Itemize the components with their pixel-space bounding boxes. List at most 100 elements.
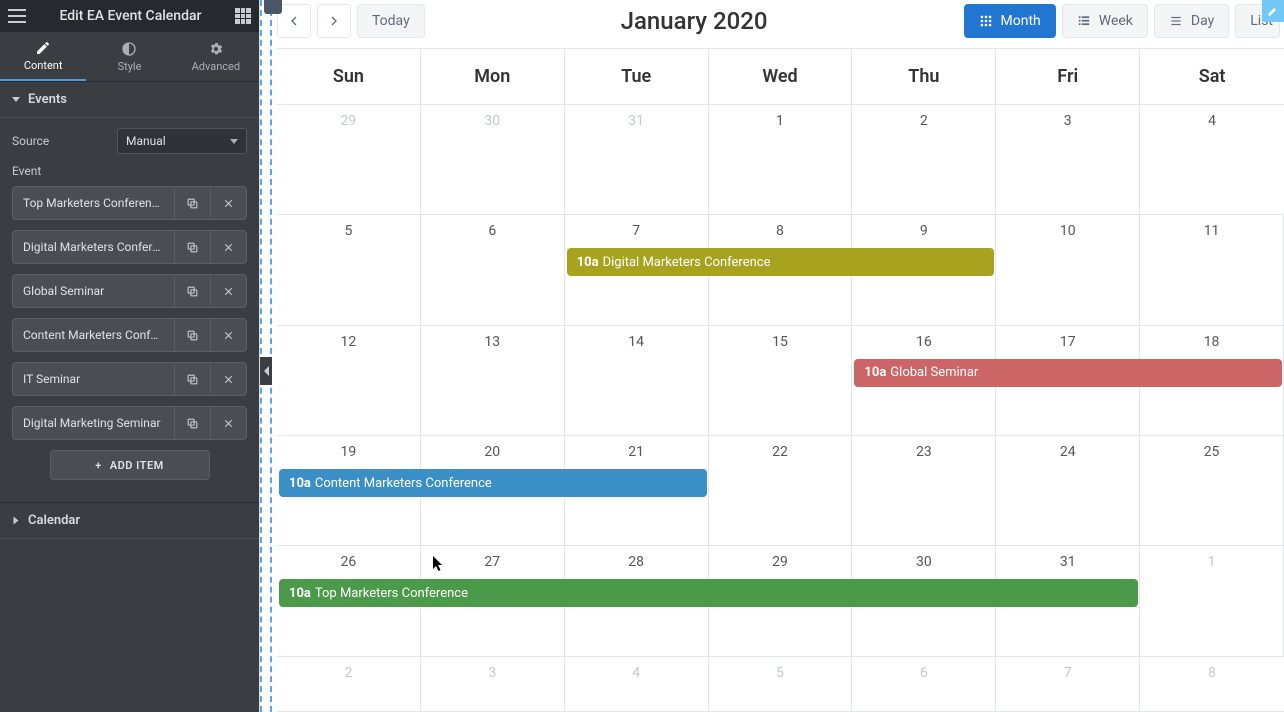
day-cell[interactable]: 2 <box>852 105 996 215</box>
remove-button[interactable] <box>210 275 246 307</box>
day-cell[interactable]: 31 <box>565 105 709 215</box>
day-cell[interactable]: 30 <box>421 105 565 215</box>
menu-icon[interactable] <box>8 9 26 23</box>
calendar-event[interactable]: 10aTop Marketers Conference <box>279 579 1138 607</box>
dow-cell: Thu <box>852 49 996 105</box>
dow-row: SunMonTueWedThuFriSat <box>277 49 1284 105</box>
source-select[interactable]: Manual <box>117 128 247 154</box>
day-cell[interactable]: 1 <box>1140 546 1284 656</box>
event-row: Digital Marketing Seminar <box>12 406 247 440</box>
event-row: Digital Marketers Confere… <box>12 230 247 264</box>
day-cell[interactable]: 5 <box>709 657 853 712</box>
view-month-button[interactable]: Month <box>964 4 1056 38</box>
tab-label: Advanced <box>192 60 240 73</box>
caret-down-icon <box>12 97 20 102</box>
duplicate-button[interactable] <box>174 319 210 351</box>
day-cell[interactable]: 10 <box>996 215 1140 325</box>
remove-button[interactable] <box>210 407 246 439</box>
day-cell[interactable]: 7 <box>996 657 1140 712</box>
gear-icon <box>208 41 224 57</box>
day-cell[interactable]: 23 <box>852 436 996 546</box>
day-cell[interactable]: 1 <box>709 105 853 215</box>
remove-button[interactable] <box>210 187 246 219</box>
drag-handle-icon[interactable] <box>264 0 282 14</box>
dow-cell: Sun <box>277 49 421 105</box>
day-cell[interactable]: 11 <box>1140 215 1284 325</box>
day-number: 15 <box>709 334 852 350</box>
calendar-event[interactable]: 10a Digital Marketers Conference <box>567 248 995 276</box>
day-cell[interactable]: 12 <box>277 326 421 436</box>
event-row-title[interactable]: Digital Marketing Seminar <box>13 416 174 430</box>
remove-button[interactable] <box>210 319 246 351</box>
day-cell[interactable]: 4 <box>565 657 709 712</box>
remove-button[interactable] <box>210 231 246 263</box>
add-item-button[interactable]: + ADD ITEM <box>50 450 210 480</box>
contrast-icon <box>121 41 137 57</box>
remove-button[interactable] <box>210 363 246 395</box>
day-cell[interactable]: 5 <box>277 215 421 325</box>
day-cell[interactable]: 25 <box>1140 436 1284 546</box>
view-label: Day <box>1191 13 1214 29</box>
duplicate-button[interactable] <box>174 275 210 307</box>
day-cell[interactable]: 6 <box>852 657 996 712</box>
day-cell[interactable]: 3 <box>421 657 565 712</box>
calendar-event[interactable]: 10aGlobal Seminar <box>854 359 1282 387</box>
prev-button[interactable] <box>277 4 311 38</box>
duplicate-button[interactable] <box>174 231 210 263</box>
next-button[interactable] <box>317 4 351 38</box>
day-cell[interactable]: 3 <box>996 105 1140 215</box>
duplicate-button[interactable] <box>174 187 210 219</box>
event-title: Digital Marketers Conference <box>603 255 771 270</box>
event-time: 10a <box>289 476 311 491</box>
event-row-title[interactable]: IT Seminar <box>13 372 174 386</box>
day-number: 13 <box>421 334 564 350</box>
event-time: 10a <box>577 255 599 270</box>
view-week-button[interactable]: Week <box>1062 4 1148 38</box>
event-row-title[interactable]: Global Seminar <box>13 284 174 298</box>
duplicate-button[interactable] <box>174 407 210 439</box>
day-cell[interactable]: 2 <box>277 657 421 712</box>
section-events[interactable]: Events <box>0 82 259 118</box>
day-cell[interactable]: 22 <box>709 436 853 546</box>
day-number: 28 <box>565 554 708 570</box>
tab-style[interactable]: Style <box>86 32 172 81</box>
calendar: Today January 2020 Month Week <box>260 0 1284 712</box>
event-label: Event <box>12 164 247 178</box>
event-row-title[interactable]: Digital Marketers Confere… <box>13 240 174 254</box>
duplicate-button[interactable] <box>174 363 210 395</box>
day-cell[interactable]: 29 <box>277 105 421 215</box>
view-day-button[interactable]: Day <box>1154 4 1229 38</box>
day-cell[interactable]: 15 <box>709 326 853 436</box>
day-number: 2 <box>852 113 995 129</box>
calendar-grid: SunMonTueWedThuFriSat 293031123456789101… <box>277 48 1284 712</box>
today-button[interactable]: Today <box>357 4 425 38</box>
view-label: Week <box>1099 13 1133 29</box>
day-number: 5 <box>277 223 420 239</box>
events-panel: Source Manual Event Top Marketers Confer… <box>0 118 259 502</box>
calendar-event[interactable]: 10aContent Marketers Conference <box>279 469 707 497</box>
day-number: 2 <box>277 665 420 681</box>
day-cell[interactable]: 4 <box>1140 105 1284 215</box>
day-cell[interactable]: 8 <box>1140 657 1284 712</box>
event-row-title[interactable]: Top Marketers Conference <box>13 196 174 210</box>
collapse-panel-button[interactable] <box>260 357 272 385</box>
section-calendar[interactable]: Calendar <box>0 502 259 539</box>
day-cell[interactable]: 13 <box>421 326 565 436</box>
tab-label: Style <box>118 60 142 73</box>
day-cell[interactable]: 6 <box>421 215 565 325</box>
day-cell[interactable]: 14 <box>565 326 709 436</box>
dow-cell: Fri <box>996 49 1140 105</box>
day-cell[interactable]: 24 <box>996 436 1140 546</box>
week-row: 262728293031110aTop Marketers Conference <box>277 546 1284 656</box>
day-number: 30 <box>852 554 995 570</box>
apps-icon[interactable] <box>235 8 251 24</box>
week-row: 2930311234 <box>277 105 1284 215</box>
day-number: 1 <box>709 113 852 129</box>
editor-sidebar: Edit EA Event Calendar Content Style Adv… <box>0 0 259 712</box>
edit-widget-icon[interactable] <box>1262 0 1284 22</box>
tab-content[interactable]: Content <box>0 32 86 81</box>
day-number: 10 <box>996 223 1139 239</box>
grid-icon <box>979 14 993 28</box>
event-row-title[interactable]: Content Marketers Confe… <box>13 328 174 342</box>
tab-advanced[interactable]: Advanced <box>173 32 259 81</box>
